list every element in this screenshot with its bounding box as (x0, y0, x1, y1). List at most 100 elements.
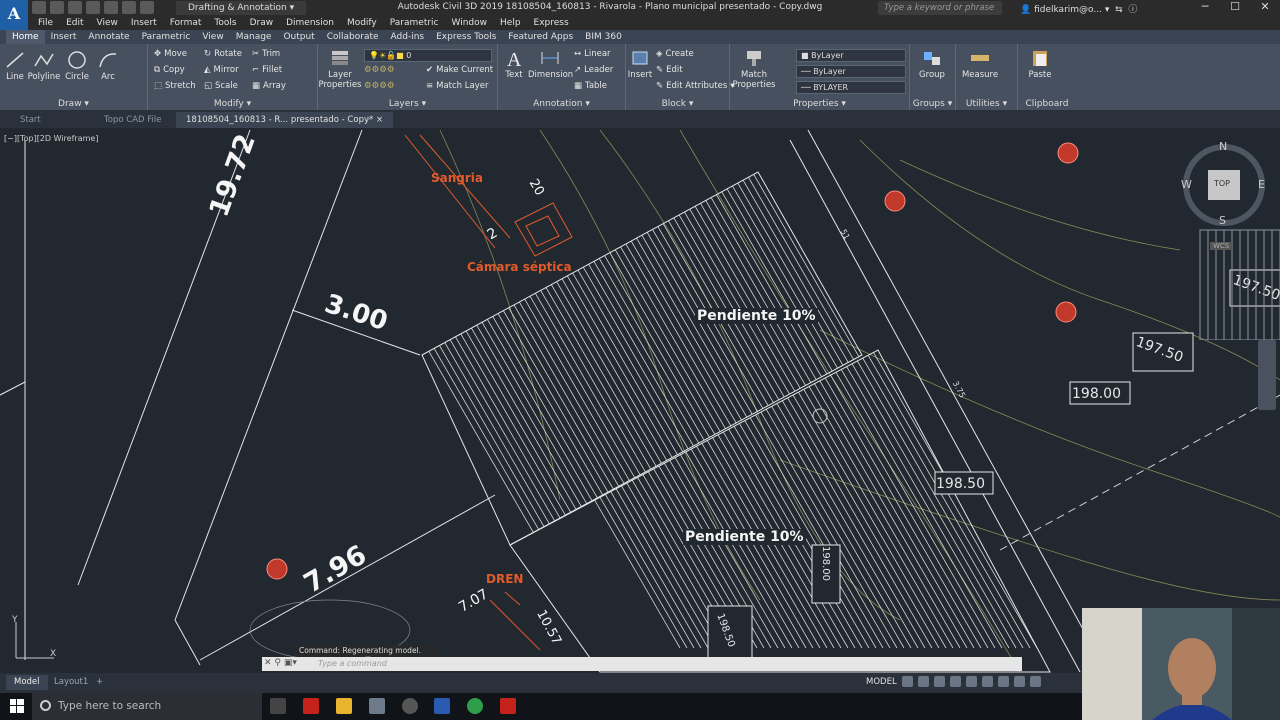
viewcube-south[interactable]: S (1219, 214, 1226, 227)
object-snap-icon[interactable] (981, 676, 993, 687)
help-search-input[interactable]: Type a keyword or phrase (878, 1, 1002, 15)
menu-format[interactable]: Format (170, 18, 202, 28)
minimize-button[interactable]: ─ (1190, 0, 1220, 14)
menu-parametric[interactable]: Parametric (390, 18, 439, 28)
panel-title-block[interactable]: Block ▾ (626, 99, 729, 109)
layer-tool-icons[interactable]: ⚙⚙⚙⚙ (364, 65, 394, 75)
panel-title-properties[interactable]: Properties ▾ (730, 99, 909, 109)
file-explorer-icon[interactable] (336, 698, 352, 714)
ortho-icon[interactable] (933, 676, 945, 687)
lineweight-dropdown[interactable]: ── BYLAYER (796, 81, 906, 94)
menu-draw[interactable]: Draw (250, 18, 274, 28)
tab-insert[interactable]: Insert (45, 30, 83, 44)
tab-annotate[interactable]: Annotate (82, 30, 135, 44)
tab-parametric[interactable]: Parametric (136, 30, 197, 44)
task-view-icon[interactable] (270, 698, 286, 714)
stretch-button[interactable]: ⬚ Stretch (154, 81, 196, 91)
windows-start-icon[interactable] (10, 699, 24, 713)
workspace-switcher[interactable]: Drafting & Annotation ▾ (176, 1, 306, 15)
navigation-bar[interactable] (1258, 340, 1276, 410)
linetype-dropdown[interactable]: ── ByLayer (796, 65, 906, 78)
redo-icon[interactable] (140, 1, 154, 14)
undo-icon[interactable] (122, 1, 136, 14)
isodraft-icon[interactable] (965, 676, 977, 687)
panel-title-utilities[interactable]: Utilities ▾ (956, 99, 1017, 109)
rotate-button[interactable]: ↻ Rotate (204, 49, 242, 59)
menu-modify[interactable]: Modify (347, 18, 377, 28)
menu-dimension[interactable]: Dimension (286, 18, 334, 28)
grid-icon[interactable] (901, 676, 913, 687)
doc-tab-start[interactable]: Start (10, 112, 51, 128)
measure-button[interactable]: Measure (958, 48, 1002, 80)
viewcube-west[interactable]: W (1181, 178, 1192, 191)
wcs-menu[interactable]: WCS (1210, 242, 1233, 250)
snap-icon[interactable] (917, 676, 929, 687)
table-button[interactable]: ▦ Table (574, 81, 607, 91)
viewport-controls[interactable]: [−][Top][2D Wireframe] (4, 134, 98, 143)
selection-cycling-icon[interactable] (1013, 676, 1025, 687)
fillet-button[interactable]: ⌐ Fillet (252, 65, 282, 75)
application-menu-button[interactable]: A (0, 0, 28, 30)
color-dropdown[interactable]: ■ ByLayer (796, 49, 906, 62)
tab-collaborate[interactable]: Collaborate (321, 30, 385, 44)
panel-title-layers[interactable]: Layers ▾ (318, 99, 497, 109)
paste-button[interactable]: Paste (1018, 48, 1062, 80)
edit-attributes-button[interactable]: ✎ Edit Attributes ▾ (656, 81, 735, 91)
menu-tools[interactable]: Tools (214, 18, 236, 28)
layer-properties-button[interactable]: Layer Properties (318, 48, 362, 90)
menu-insert[interactable]: Insert (131, 18, 157, 28)
linear-button[interactable]: ↔ Linear (574, 49, 611, 59)
tab-home[interactable]: Home (6, 30, 45, 44)
group-button[interactable]: Group (910, 48, 954, 80)
match-properties-button[interactable]: Match Properties (732, 48, 776, 90)
move-button[interactable]: ✥ Move (154, 49, 187, 59)
close-button[interactable]: ✕ (1250, 0, 1280, 14)
print-icon[interactable] (104, 1, 118, 14)
scale-button[interactable]: ◱ Scale (204, 81, 238, 91)
viewcube-east[interactable]: E (1258, 178, 1265, 191)
tab-featured-apps[interactable]: Featured Apps (502, 30, 579, 44)
model-space-toggle[interactable]: MODEL (866, 677, 897, 687)
panel-title-groups[interactable]: Groups ▾ (910, 99, 955, 109)
maximize-button[interactable]: ☐ (1220, 0, 1250, 14)
trim-button[interactable]: ✂ Trim (252, 49, 280, 59)
polar-icon[interactable] (949, 676, 961, 687)
create-block-button[interactable]: ◈ Create (656, 49, 694, 59)
tab-output[interactable]: Output (277, 30, 320, 44)
open-icon[interactable] (50, 1, 64, 14)
tab-view[interactable]: View (196, 30, 229, 44)
copy-button[interactable]: ⧉ Copy (154, 65, 185, 75)
autocad-icon[interactable] (500, 698, 516, 714)
panel-title-modify[interactable]: Modify ▾ (148, 99, 317, 109)
panel-title-annotation[interactable]: Annotation ▾ (498, 99, 625, 109)
acrobat-icon[interactable] (303, 698, 319, 714)
chrome-icon[interactable] (467, 698, 483, 714)
tab-express-tools[interactable]: Express Tools (430, 30, 502, 44)
leader-button[interactable]: ↗ Leader (574, 65, 613, 75)
command-input[interactable]: Type a command (262, 657, 1022, 671)
menu-express[interactable]: Express (534, 18, 569, 28)
new-icon[interactable] (32, 1, 46, 14)
menu-edit[interactable]: Edit (66, 18, 83, 28)
revit-icon[interactable] (434, 698, 450, 714)
menu-help[interactable]: Help (500, 18, 521, 28)
mirror-button[interactable]: ◭ Mirror (204, 65, 239, 75)
viewcube-north[interactable]: N (1219, 140, 1227, 153)
new-layout-button[interactable]: + (88, 675, 111, 690)
command-line-icons[interactable]: ✕ ⚲ ▣▾ (264, 658, 297, 668)
tab-manage[interactable]: Manage (230, 30, 278, 44)
save-icon[interactable] (68, 1, 82, 14)
saveas-icon[interactable] (86, 1, 100, 14)
taskbar-search-input[interactable]: Type here to search (32, 693, 262, 720)
obs-icon[interactable] (402, 698, 418, 714)
workspace-icon[interactable] (1029, 676, 1041, 687)
make-current-button[interactable]: ✔ Make Current (426, 65, 493, 75)
edit-block-button[interactable]: ✎ Edit (656, 65, 683, 75)
panel-title-draw[interactable]: Draw ▾ (0, 99, 147, 109)
menu-view[interactable]: View (97, 18, 118, 28)
annotation-scale-icon[interactable] (997, 676, 1009, 687)
viewcube[interactable]: N S E W TOP WCS (1172, 130, 1280, 341)
menu-window[interactable]: Window (452, 18, 488, 28)
doc-tab-topo[interactable]: Topo CAD File (94, 112, 171, 128)
layer-dropdown[interactable]: 💡☀🔓■ 0 (364, 49, 492, 62)
